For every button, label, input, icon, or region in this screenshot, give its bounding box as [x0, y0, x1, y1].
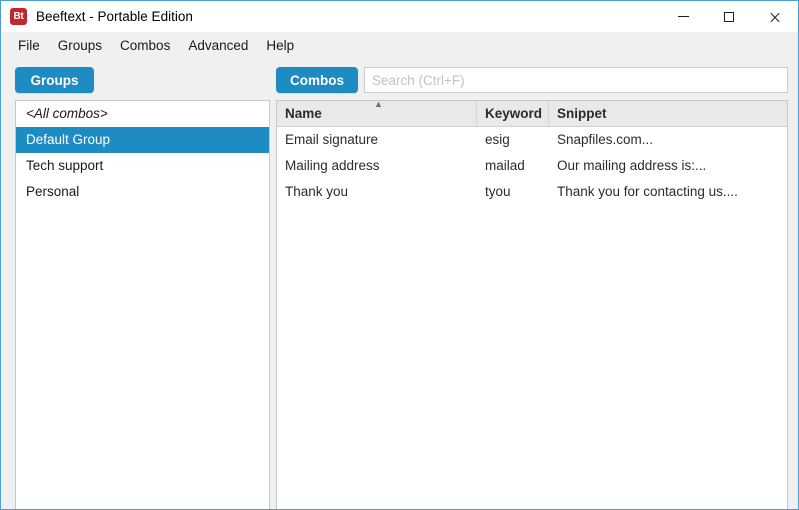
minimize-button[interactable] — [660, 1, 706, 32]
close-icon — [769, 11, 781, 23]
list-item[interactable]: Default Group — [16, 127, 269, 153]
menu-item-combos[interactable]: Combos — [111, 34, 179, 57]
maximize-button[interactable] — [706, 1, 752, 32]
application-window: Bt Beeftext - Portable Edition File Grou… — [0, 0, 799, 510]
app-logo-icon: Bt — [10, 8, 27, 25]
window-title: Beeftext - Portable Edition — [36, 9, 193, 24]
cell-name: Mailing address — [285, 158, 380, 173]
table-header-row: Name Keyword Snippet ▲ — [277, 101, 787, 127]
table-row[interactable]: Email signature esig Snapfiles.com... — [277, 127, 787, 153]
cell-keyword: esig — [485, 132, 510, 147]
menu-bar: File Groups Combos Advanced Help — [2, 32, 798, 58]
groups-list[interactable]: <All combos> Default Group Tech support … — [15, 100, 270, 509]
list-item[interactable]: Personal — [16, 179, 269, 205]
table-row[interactable]: Mailing address mailad Our mailing addre… — [277, 153, 787, 179]
table-row[interactable]: Thank you tyou Thank you for contacting … — [277, 179, 787, 205]
close-button[interactable] — [752, 1, 798, 32]
column-header-snippet[interactable]: Snippet — [549, 101, 787, 126]
list-item[interactable]: Tech support — [16, 153, 269, 179]
groups-tab-button[interactable]: Groups — [15, 67, 94, 93]
cell-name: Email signature — [285, 132, 379, 147]
cell-name: Thank you — [285, 184, 349, 199]
column-header-keyword[interactable]: Keyword — [477, 101, 549, 126]
search-input[interactable] — [364, 67, 788, 93]
main-content: Groups Combos <All combos> Default Group… — [2, 58, 798, 509]
title-bar: Bt Beeftext - Portable Edition — [1, 1, 798, 32]
cell-snippet: Snapfiles.com... — [557, 132, 654, 147]
menu-item-groups[interactable]: Groups — [49, 34, 111, 57]
menu-item-help[interactable]: Help — [257, 34, 303, 57]
combos-table: Name Keyword Snippet ▲ Email signature e… — [276, 100, 788, 509]
sort-ascending-icon: ▲ — [374, 101, 383, 107]
combos-tab-button[interactable]: Combos — [276, 67, 358, 93]
maximize-icon — [724, 11, 734, 22]
window-controls — [660, 1, 798, 32]
list-item[interactable]: <All combos> — [16, 101, 269, 127]
cell-snippet: Thank you for contacting us.... — [557, 184, 738, 199]
menu-item-file[interactable]: File — [9, 34, 49, 57]
cell-snippet: Our mailing address is:... — [557, 158, 707, 173]
cell-keyword: tyou — [485, 184, 511, 199]
menu-item-advanced[interactable]: Advanced — [179, 34, 257, 57]
minimize-icon — [677, 16, 689, 17]
cell-keyword: mailad — [485, 158, 525, 173]
